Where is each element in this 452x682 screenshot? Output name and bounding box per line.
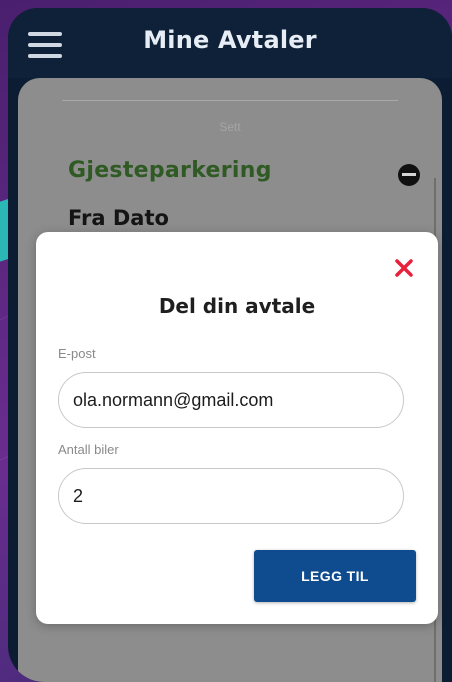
close-x-icon — [395, 259, 413, 277]
email-label: E-post — [58, 346, 96, 361]
car-count-field[interactable] — [73, 469, 383, 523]
sheet-date-label: Fra Dato — [68, 206, 169, 230]
close-button[interactable] — [392, 256, 416, 280]
screen: Mine Avtaler Sett Gjesteparkering Fra Da… — [0, 0, 452, 682]
minus-circle-icon[interactable] — [398, 164, 420, 186]
sheet-subtitle: Sett — [219, 120, 241, 134]
sheet-category: Gjesteparkering — [68, 158, 272, 183]
page-title: Mine Avtaler — [143, 26, 317, 54]
dialog-title: Del din avtale — [158, 294, 316, 318]
car-count-field-wrapper — [58, 468, 404, 524]
email-field-wrapper — [58, 372, 404, 428]
email-field[interactable] — [73, 373, 383, 427]
car-count-label: Antall biler — [58, 442, 119, 457]
add-button[interactable]: LEGG TIL — [254, 550, 416, 602]
app-header: Mine Avtaler — [8, 8, 452, 78]
sheet-divider — [62, 100, 398, 101]
share-dialog: Del din avtale E-post Antall biler LEGG … — [36, 232, 438, 624]
